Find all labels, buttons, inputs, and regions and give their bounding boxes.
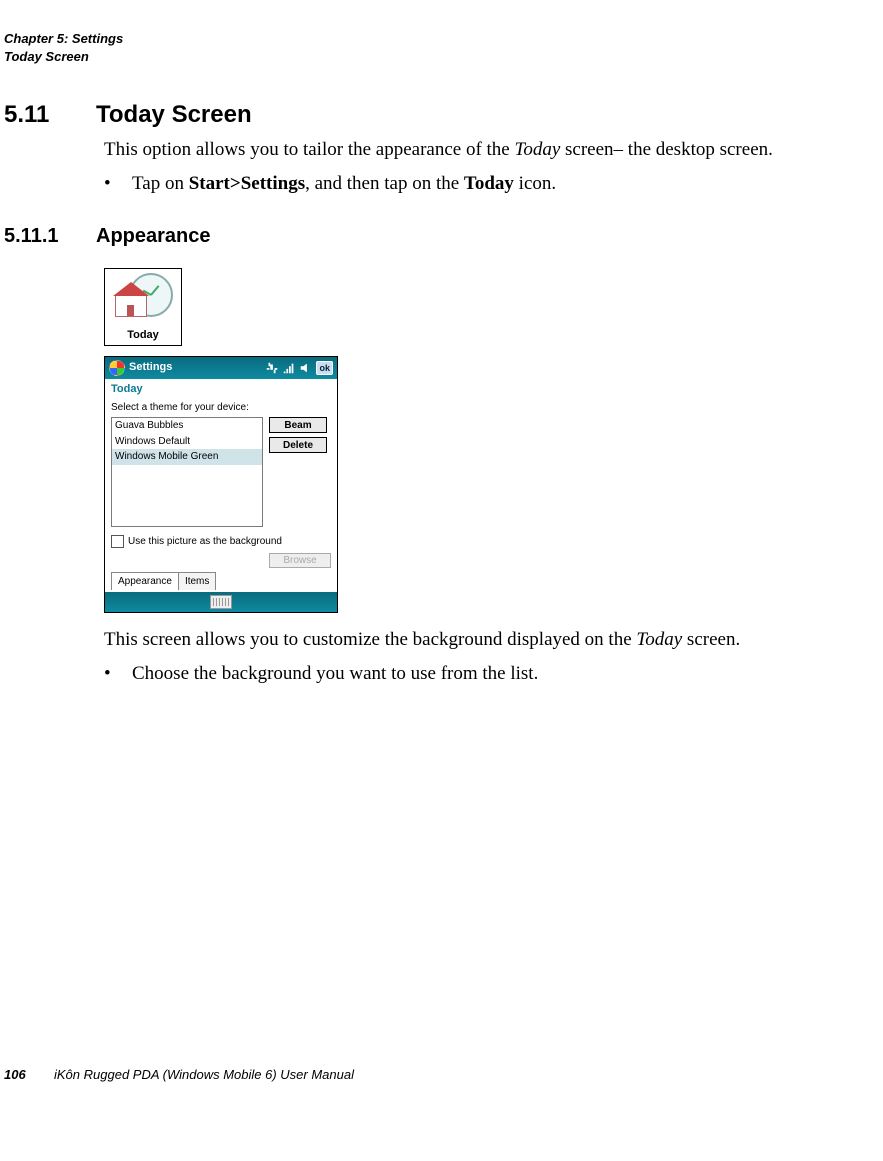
start-flag-icon[interactable]: [109, 360, 125, 376]
bullet-bold-icon: Today: [464, 173, 514, 194]
footer-title: iKôn Rugged PDA (Windows Mobile 6) User …: [54, 1067, 354, 1082]
appearance-description: This screen allows you to customize the …: [104, 627, 871, 653]
heading-number: 5.11: [4, 99, 96, 131]
titlebar-text: Settings: [129, 360, 172, 375]
browse-button: Browse: [269, 553, 331, 568]
connectivity-icon[interactable]: [265, 361, 279, 375]
device-subtitle: Today: [105, 379, 337, 399]
bullet-marker: •: [104, 171, 132, 197]
keyboard-icon[interactable]: [210, 595, 232, 609]
theme-option-selected[interactable]: Windows Mobile Green: [112, 449, 262, 465]
heading-title: Today Screen: [96, 99, 252, 131]
signal-icon[interactable]: [282, 361, 296, 375]
bullet-choose-background: • Choose the background you want to use …: [104, 661, 871, 687]
subheading-title: Appearance: [96, 223, 211, 250]
tab-appearance[interactable]: Appearance: [111, 572, 179, 591]
desc-em: Today: [636, 629, 682, 650]
subheading-number: 5.11.1: [4, 223, 96, 250]
device-bottombar: [105, 592, 337, 612]
bullet-text: Tap on Start>Settings, and then tap on t…: [132, 171, 556, 197]
theme-option[interactable]: Windows Default: [112, 434, 262, 450]
delete-button[interactable]: Delete: [269, 437, 327, 453]
bullet-nav-instruction: • Tap on Start>Settings, and then tap on…: [104, 171, 871, 197]
desc-post: screen.: [682, 629, 740, 650]
theme-instruction: Select a theme for your device:: [111, 401, 331, 415]
bullet-bold-path: Start>Settings: [189, 173, 305, 194]
section-intro: This option allows you to tailor the app…: [104, 137, 871, 163]
header-section: Today Screen: [4, 48, 871, 66]
theme-listbox[interactable]: Guava Bubbles Windows Default Windows Mo…: [111, 417, 263, 527]
page-number: 106: [4, 1066, 54, 1084]
page-footer: 106iKôn Rugged PDA (Windows Mobile 6) Us…: [4, 1066, 871, 1084]
beam-button[interactable]: Beam: [269, 417, 327, 433]
ok-button[interactable]: ok: [316, 361, 333, 375]
tab-items[interactable]: Items: [178, 572, 216, 591]
intro-text-em: Today: [515, 139, 561, 160]
header-chapter: Chapter 5: Settings: [4, 30, 871, 48]
bullet-post: icon.: [514, 173, 556, 194]
house-icon: [115, 295, 147, 317]
speaker-icon[interactable]: [299, 361, 313, 375]
bullet-mid: , and then tap on the: [305, 173, 464, 194]
today-icon-card: Today: [104, 268, 182, 346]
today-icon-label: Today: [105, 328, 181, 343]
bullet-pre: Tap on: [132, 173, 189, 194]
intro-text-post: screen– the desktop screen.: [560, 139, 773, 160]
bullet-text: Choose the background you want to use fr…: [132, 661, 538, 687]
device-titlebar: Settings ok: [105, 357, 337, 379]
theme-option[interactable]: Guava Bubbles: [112, 418, 262, 434]
bullet-marker: •: [104, 661, 132, 687]
intro-text-pre: This option allows you to tailor the app…: [104, 139, 515, 160]
heading-5-11-1: 5.11.1Appearance: [4, 223, 871, 250]
heading-5-11: 5.11Today Screen: [4, 99, 871, 131]
page-header: Chapter 5: Settings Today Screen: [4, 30, 871, 65]
background-checkbox-label: Use this picture as the background: [128, 535, 282, 549]
device-screenshot: Settings ok Today Select a theme for you…: [104, 356, 338, 613]
background-checkbox[interactable]: [111, 535, 124, 548]
desc-pre: This screen allows you to customize the …: [104, 629, 636, 650]
